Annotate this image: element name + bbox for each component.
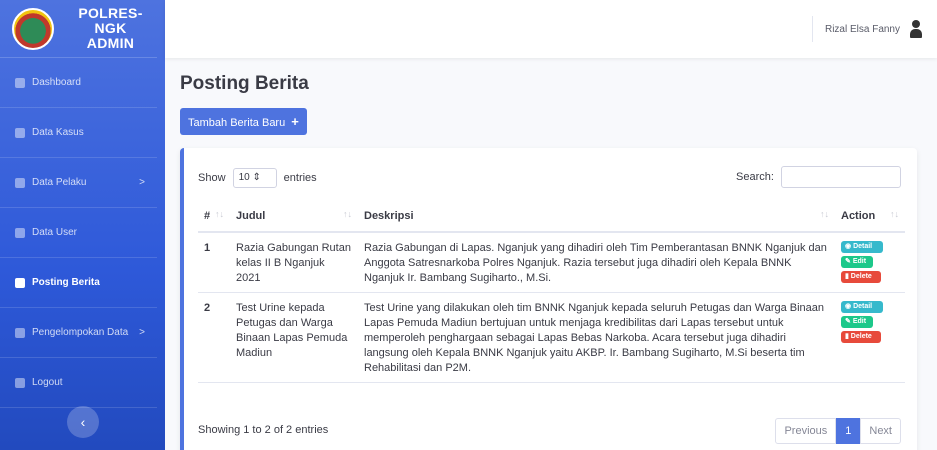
sidebar-item-label: Posting Berita (32, 277, 100, 288)
sort-icon: ↑↓ (343, 209, 352, 219)
next-page-button[interactable]: Next (860, 418, 901, 444)
sort-icon: ↑↓ (820, 209, 829, 219)
cell-deskripsi: Test Urine yang dilakukan oleh tim BNNK … (358, 292, 835, 383)
users-icon (15, 177, 25, 188)
column-header-number[interactable]: # ↑↓ (198, 200, 230, 233)
sidebar-item-label: Data Kasus (32, 127, 84, 138)
cell-number: 2 (198, 292, 230, 383)
edit-button[interactable]: ✎ Edit (841, 316, 873, 328)
add-news-label: Tambah Berita Baru (188, 117, 286, 129)
tachometer-icon (15, 77, 25, 88)
user-name: Rizal Elsa Fanny (824, 23, 900, 35)
topbar-divider (812, 16, 813, 42)
sidebar-item-data-kasus[interactable]: Data Kasus (0, 108, 157, 158)
cell-actions: ◉ Detail ✎ Edit ▮ Delete (835, 232, 905, 293)
topbar: Rizal Elsa Fanny (165, 0, 937, 58)
delete-button[interactable]: ▮ Delete (841, 271, 881, 283)
sidebar-toggle-button[interactable]: ‹ (67, 406, 99, 438)
sidebar: POLRES-NGK ADMIN Dashboard Data Kasus Da… (0, 0, 165, 450)
sidebar-item-label: Pengelompokan Data (32, 327, 129, 338)
users-icon (15, 327, 25, 338)
cell-number: 1 (198, 232, 230, 293)
cell-actions: ◉ Detail ✎ Edit ▮ Delete (835, 292, 905, 383)
column-header-action[interactable]: Action ↑↓ (835, 200, 905, 233)
cell-judul: Test Urine kepada Petugas dan Warga Bina… (230, 292, 358, 383)
main-content: Posting Berita Tambah Berita Baru + Show… (180, 58, 917, 450)
brand-line1: POLRES-NGK (78, 5, 143, 36)
column-header-deskripsi[interactable]: Deskripsi ↑↓ (358, 200, 835, 233)
sidebar-item-data-pelaku[interactable]: Data Pelaku > (0, 158, 157, 208)
search-wrap: Search: (736, 166, 901, 188)
sidebar-item-label: Logout (32, 377, 63, 388)
table-header-row: # ↑↓ Judul ↑↓ Deskripsi ↑↓ Action ↑↓ (198, 200, 905, 233)
add-news-button[interactable]: Tambah Berita Baru + (180, 108, 307, 135)
entries-select[interactable]: 10 ⇕ (232, 168, 277, 188)
search-input[interactable] (781, 166, 901, 188)
page-1-button[interactable]: 1 (836, 418, 861, 444)
sidebar-item-logout[interactable]: Logout (0, 358, 157, 408)
entries-label: entries (283, 171, 317, 184)
sidebar-item-label: Dashboard (32, 77, 81, 88)
chevron-right-icon: > (139, 327, 145, 338)
sign-out-icon (15, 377, 25, 388)
search-label: Search: (736, 170, 774, 183)
cell-deskripsi: Razia Gabungan di Lapas. Nganjuk yang di… (358, 232, 835, 293)
table-row: 1 Razia Gabungan Rutan kelas II B Nganju… (198, 232, 905, 293)
table-controls: Show 10 ⇕ entries Search: (198, 166, 901, 188)
user-icon (15, 227, 25, 238)
sidebar-item-posting-berita[interactable]: Posting Berita (0, 258, 157, 308)
police-logo (12, 7, 54, 50)
user-menu[interactable]: Rizal Elsa Fanny (825, 20, 922, 38)
sort-icon: ↑↓ (215, 209, 224, 219)
delete-button[interactable]: ▮ Delete (841, 331, 881, 343)
user-avatar-icon (910, 20, 922, 38)
newspaper-icon (15, 277, 25, 288)
sidebar-brand[interactable]: POLRES-NGK ADMIN (0, 0, 157, 58)
sidebar-item-label: Data Pelaku (32, 177, 87, 188)
edit-button[interactable]: ✎ Edit (841, 256, 873, 268)
brand-line2: ADMIN (86, 35, 135, 51)
table-info: Showing 1 to 2 of 2 entries (198, 424, 329, 436)
sidebar-item-data-user[interactable]: Data User (0, 208, 157, 258)
pagination: Previous 1 Next (775, 418, 901, 444)
column-header-judul[interactable]: Judul ↑↓ (230, 200, 358, 233)
sidebar-item-label: Data User (32, 227, 78, 238)
show-label: Show (198, 171, 226, 184)
sort-icon: ↑↓ (890, 209, 899, 219)
file-icon (15, 127, 25, 138)
news-table: # ↑↓ Judul ↑↓ Deskripsi ↑↓ Action ↑↓ 1 Razia… (198, 200, 905, 383)
brand-text: POLRES-NGK ADMIN (64, 6, 157, 51)
detail-button[interactable]: ◉ Detail (841, 301, 883, 313)
sidebar-item-pengelompokan-data[interactable]: Pengelompokan Data > (0, 308, 157, 358)
detail-button[interactable]: ◉ Detail (841, 241, 883, 253)
table-row: 2 Test Urine kepada Petugas dan Warga Bi… (198, 292, 905, 383)
sidebar-item-dashboard[interactable]: Dashboard (0, 58, 157, 108)
plus-icon: + (291, 114, 299, 129)
page-title: Posting Berita (180, 73, 309, 94)
chevron-right-icon: > (139, 177, 145, 188)
news-table-card: Show 10 ⇕ entries Search: # ↑↓ Judul ↑↓ De… (180, 148, 917, 450)
previous-page-button[interactable]: Previous (775, 418, 837, 444)
cell-judul: Razia Gabungan Rutan kelas II B Nganjuk … (230, 232, 358, 293)
